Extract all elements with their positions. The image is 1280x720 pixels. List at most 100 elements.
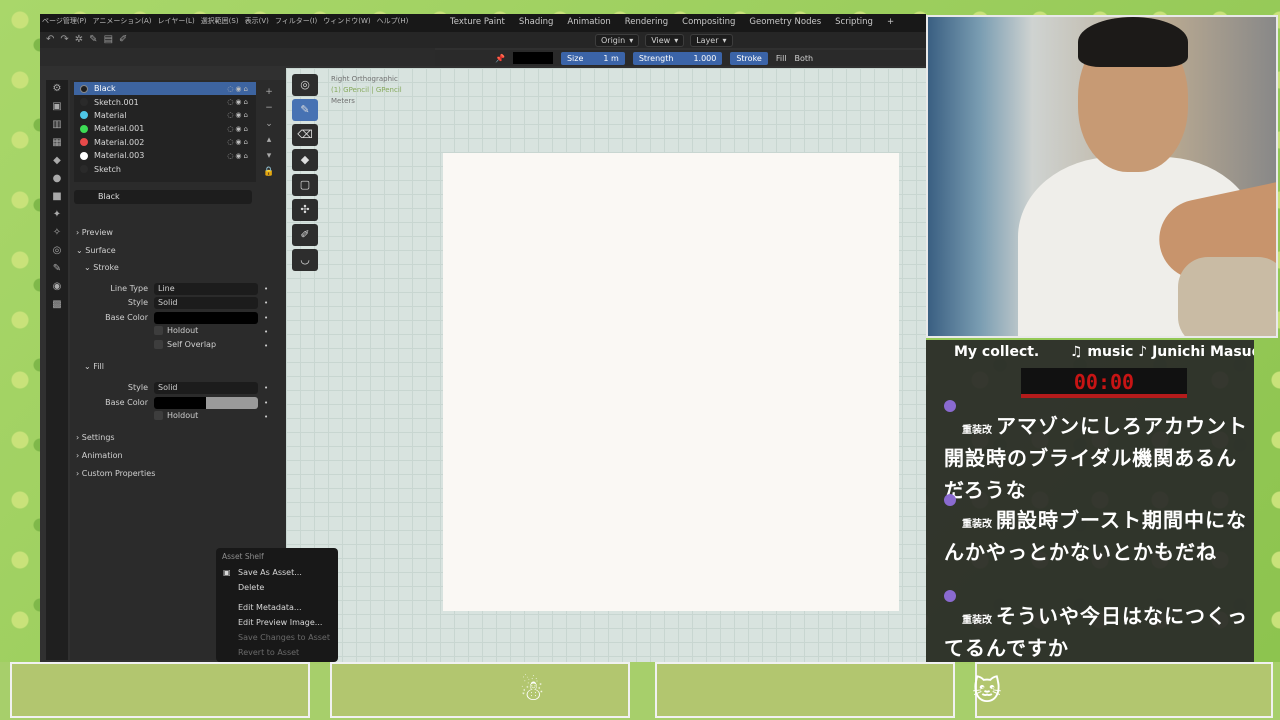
delete-item[interactable]: Delete — [216, 580, 338, 595]
visibility-icons[interactable]: ◌◉⌂ — [227, 152, 250, 160]
remove-slot-icon[interactable]: − — [262, 100, 276, 116]
panel-surface[interactable]: ⌄ Surface — [76, 246, 116, 255]
lock-icon[interactable]: 🔒 — [262, 164, 276, 180]
pin-icon[interactable]: 📌 — [495, 54, 505, 63]
line-type-dropdown[interactable]: Line — [154, 283, 258, 295]
menu-item[interactable]: ヘルプ(H) — [377, 16, 409, 26]
keyframe-dot[interactable]: • — [264, 399, 268, 407]
data-icon[interactable]: ✎ — [46, 260, 68, 278]
pencil-icon[interactable]: ✐ — [119, 34, 127, 45]
keyframe-dot[interactable]: • — [264, 413, 268, 421]
physics-icon[interactable]: ◎ — [46, 242, 68, 260]
move-down-icon[interactable]: ▾ — [262, 148, 276, 164]
fill-style-dropdown[interactable]: Solid — [154, 382, 258, 394]
material-slot[interactable]: Black ◌◉⌂ — [74, 82, 256, 96]
tab-geometry-nodes[interactable]: Geometry Nodes — [749, 17, 821, 27]
holdout-checkbox[interactable]: Holdout — [154, 326, 198, 335]
cursor-tool-icon[interactable]: ◎ — [292, 74, 318, 96]
panel-fill[interactable]: ⌄ Fill — [84, 362, 104, 371]
menu-item[interactable]: レイヤー(L) — [158, 16, 195, 26]
world-icon[interactable]: ● — [46, 170, 68, 188]
eyedropper-tool-icon[interactable]: ✐ — [292, 224, 318, 246]
panel-preview[interactable]: › Preview — [76, 228, 113, 237]
add-workspace-button[interactable]: + — [887, 17, 894, 27]
visibility-icons[interactable]: ◌◉⌂ — [227, 98, 250, 106]
move-up-icon[interactable]: ▴ — [262, 132, 276, 148]
layer-dropdown[interactable]: Layer ▾ — [690, 33, 733, 47]
brush-icon[interactable]: ✎ — [89, 34, 97, 45]
tab-texture-paint[interactable]: Texture Paint — [450, 17, 505, 27]
menu-item[interactable]: アニメーション(A) — [93, 16, 152, 26]
edit-preview-item[interactable]: Edit Preview Image... — [216, 615, 338, 630]
tab-rendering[interactable]: Rendering — [625, 17, 668, 27]
tab-scripting[interactable]: Scripting — [835, 17, 873, 27]
undo-icon[interactable]: ↶ — [46, 34, 54, 45]
base-color-swatch[interactable] — [154, 312, 258, 324]
drawing-canvas[interactable] — [443, 153, 899, 611]
menu-item[interactable]: 表示(V) — [245, 16, 269, 26]
view-layer-icon[interactable]: ▦ — [46, 134, 68, 152]
keyframe-dot[interactable]: • — [264, 384, 268, 392]
panel-settings[interactable]: › Settings — [76, 433, 115, 442]
material-slot[interactable]: Sketch.001 ◌◉⌂ — [74, 95, 256, 108]
keyframe-dot[interactable]: • — [264, 314, 268, 322]
modifier-icon[interactable]: ✦ — [46, 206, 68, 224]
tab-compositing[interactable]: Compositing — [682, 17, 735, 27]
material-name-field[interactable]: Black — [74, 190, 252, 204]
size-field[interactable]: Size 1 m — [560, 51, 625, 65]
layers-icon[interactable]: ▤ — [104, 34, 113, 45]
render-icon[interactable]: ▣ — [46, 98, 68, 116]
fill-color-swatch[interactable] — [154, 397, 258, 409]
curve-tool-icon[interactable]: ◡ — [292, 249, 318, 271]
material-slot[interactable]: Material ◌◉⌂ — [74, 109, 256, 122]
visibility-icons[interactable]: ◌◉⌂ — [227, 138, 250, 146]
menu-item[interactable]: 選択範囲(S) — [201, 16, 239, 26]
style-dropdown[interactable]: Solid — [154, 297, 258, 309]
keyframe-dot[interactable]: • — [264, 342, 268, 350]
tab-animation[interactable]: Animation — [567, 17, 610, 27]
fill-holdout-checkbox[interactable]: Holdout — [154, 411, 198, 420]
save-as-asset-item[interactable]: ▣ Save As Asset... — [216, 565, 338, 580]
edit-metadata-item[interactable]: Edit Metadata... — [216, 600, 338, 615]
strength-field[interactable]: Strength 1.000 — [632, 51, 723, 65]
chevron-down-icon[interactable]: ⌄ — [262, 116, 276, 132]
color-swatch[interactable] — [512, 52, 553, 64]
fill-mode-button[interactable]: Fill — [776, 54, 787, 63]
view-dropdown[interactable]: View ▾ — [645, 33, 685, 47]
menu-item[interactable]: ページ管理(P) — [42, 16, 87, 26]
menu-item[interactable]: フィルター(I) — [275, 16, 317, 26]
keyframe-dot[interactable]: • — [264, 285, 268, 293]
tool-icon[interactable]: ⚙ — [46, 80, 68, 98]
object-icon[interactable]: ■ — [46, 188, 68, 206]
visibility-icons[interactable]: ◌◉⌂ — [227, 111, 250, 119]
panel-custom-properties[interactable]: › Custom Properties — [76, 469, 155, 478]
fill-tool-icon[interactable]: ◆ — [292, 149, 318, 171]
keyframe-dot[interactable]: • — [264, 328, 268, 336]
scene-icon[interactable]: ◆ — [46, 152, 68, 170]
add-slot-icon[interactable]: + — [262, 84, 276, 100]
self-overlap-checkbox[interactable]: Self Overlap — [154, 340, 216, 349]
origin-dropdown[interactable]: Origin ▾ — [595, 33, 640, 47]
keyframe-dot[interactable]: • — [264, 299, 268, 307]
visibility-icons[interactable]: ◌◉⌂ — [227, 85, 250, 93]
material-slot[interactable]: Material.003 ◌◉⌂ — [74, 149, 256, 162]
tint-tool-icon[interactable]: ✣ — [292, 199, 318, 221]
texture-icon[interactable]: ▩ — [46, 296, 68, 314]
effects-icon[interactable]: ✧ — [46, 224, 68, 242]
box-tool-icon[interactable]: ▢ — [292, 174, 318, 196]
erase-tool-icon[interactable]: ⌫ — [292, 124, 318, 146]
stroke-mode-button[interactable]: Stroke — [730, 51, 768, 65]
panel-animation[interactable]: › Animation — [76, 451, 123, 460]
material-icon[interactable]: ◉ — [46, 278, 68, 296]
gear-icon[interactable]: ✲ — [75, 34, 83, 45]
output-icon[interactable]: ▥ — [46, 116, 68, 134]
both-mode-button[interactable]: Both — [795, 54, 814, 63]
visibility-icons[interactable]: ◌◉⌂ — [227, 125, 250, 133]
tab-shading[interactable]: Shading — [519, 17, 554, 27]
panel-stroke[interactable]: ⌄ Stroke — [84, 263, 119, 272]
3d-viewport[interactable]: ◎ ✎ ⌫ ◆ ▢ ✣ ✐ ◡ Right Orthographic (1) G… — [286, 68, 926, 662]
material-slot[interactable]: Material.001 ◌◉⌂ — [74, 122, 256, 135]
material-slot[interactable]: Sketch — [74, 162, 256, 175]
draw-tool-icon[interactable]: ✎ — [292, 99, 318, 121]
menu-item[interactable]: ウィンドウ(W) — [323, 16, 370, 26]
